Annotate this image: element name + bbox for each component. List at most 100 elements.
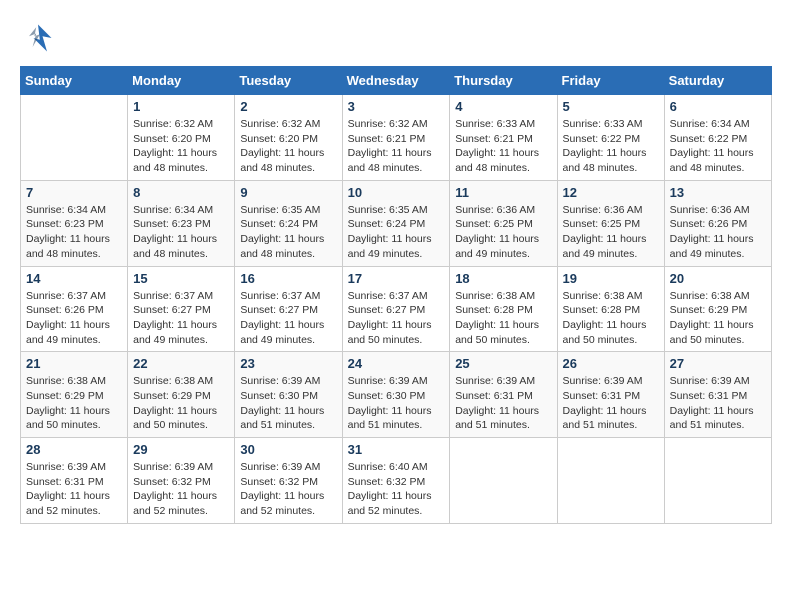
day-info: Sunrise: 6:34 AMSunset: 6:23 PMDaylight:…	[26, 203, 122, 262]
day-number: 8	[133, 185, 229, 200]
day-number: 11	[455, 185, 551, 200]
page-header	[20, 20, 772, 56]
day-number: 5	[563, 99, 659, 114]
day-info: Sunrise: 6:37 AMSunset: 6:27 PMDaylight:…	[240, 289, 336, 348]
calendar-cell: 18 Sunrise: 6:38 AMSunset: 6:28 PMDayligh…	[450, 266, 557, 352]
day-number: 30	[240, 442, 336, 457]
day-number: 26	[563, 356, 659, 371]
day-info: Sunrise: 6:38 AMSunset: 6:29 PMDaylight:…	[133, 374, 229, 433]
day-number: 25	[455, 356, 551, 371]
header-friday: Friday	[557, 67, 664, 95]
day-number: 22	[133, 356, 229, 371]
day-number: 7	[26, 185, 122, 200]
day-info: Sunrise: 6:36 AMSunset: 6:25 PMDaylight:…	[563, 203, 659, 262]
day-info: Sunrise: 6:38 AMSunset: 6:29 PMDaylight:…	[670, 289, 766, 348]
calendar-cell	[557, 438, 664, 524]
calendar-cell: 5 Sunrise: 6:33 AMSunset: 6:22 PMDaylight…	[557, 95, 664, 181]
day-number: 18	[455, 271, 551, 286]
day-info: Sunrise: 6:35 AMSunset: 6:24 PMDaylight:…	[240, 203, 336, 262]
day-number: 1	[133, 99, 229, 114]
day-number: 15	[133, 271, 229, 286]
calendar-week-row: 28 Sunrise: 6:39 AMSunset: 6:31 PMDayligh…	[21, 438, 772, 524]
day-info: Sunrise: 6:33 AMSunset: 6:22 PMDaylight:…	[563, 117, 659, 176]
day-number: 19	[563, 271, 659, 286]
day-number: 10	[348, 185, 445, 200]
calendar-cell: 23 Sunrise: 6:39 AMSunset: 6:30 PMDayligh…	[235, 352, 342, 438]
calendar-cell: 31 Sunrise: 6:40 AMSunset: 6:32 PMDayligh…	[342, 438, 450, 524]
calendar-cell: 11 Sunrise: 6:36 AMSunset: 6:25 PMDayligh…	[450, 180, 557, 266]
calendar-cell: 1Sunrise: 6:32 AMSunset: 6:20 PMDaylight…	[128, 95, 235, 181]
calendar-cell: 3 Sunrise: 6:32 AMSunset: 6:21 PMDaylight…	[342, 95, 450, 181]
calendar-cell: 25 Sunrise: 6:39 AMSunset: 6:31 PMDayligh…	[450, 352, 557, 438]
calendar-week-row: 14 Sunrise: 6:37 AMSunset: 6:26 PMDayligh…	[21, 266, 772, 352]
calendar-cell: 27Sunrise: 6:39 AMSunset: 6:31 PMDayligh…	[664, 352, 771, 438]
day-number: 28	[26, 442, 122, 457]
day-info: Sunrise: 6:39 AMSunset: 6:32 PMDaylight:…	[133, 460, 229, 519]
day-number: 12	[563, 185, 659, 200]
day-number: 3	[348, 99, 445, 114]
logo	[20, 20, 60, 56]
day-info: Sunrise: 6:34 AMSunset: 6:22 PMDaylight:…	[670, 117, 766, 176]
day-info: Sunrise: 6:39 AMSunset: 6:32 PMDaylight:…	[240, 460, 336, 519]
day-number: 16	[240, 271, 336, 286]
day-number: 6	[670, 99, 766, 114]
calendar-cell: 9 Sunrise: 6:35 AMSunset: 6:24 PMDaylight…	[235, 180, 342, 266]
calendar-cell: 16 Sunrise: 6:37 AMSunset: 6:27 PMDayligh…	[235, 266, 342, 352]
header-monday: Monday	[128, 67, 235, 95]
calendar-cell: 21 Sunrise: 6:38 AMSunset: 6:29 PMDayligh…	[21, 352, 128, 438]
calendar-cell: 22 Sunrise: 6:38 AMSunset: 6:29 PMDayligh…	[128, 352, 235, 438]
calendar-cell: 2 Sunrise: 6:32 AMSunset: 6:20 PMDaylight…	[235, 95, 342, 181]
day-info: Sunrise: 6:38 AMSunset: 6:28 PMDaylight:…	[455, 289, 551, 348]
day-number: 14	[26, 271, 122, 286]
day-info: Sunrise: 6:39 AMSunset: 6:31 PMDaylight:…	[670, 374, 766, 433]
calendar-cell: 26 Sunrise: 6:39 AMSunset: 6:31 PMDayligh…	[557, 352, 664, 438]
day-info: Sunrise: 6:36 AMSunset: 6:26 PMDaylight:…	[670, 203, 766, 262]
day-number: 24	[348, 356, 445, 371]
day-info: Sunrise: 6:33 AMSunset: 6:21 PMDaylight:…	[455, 117, 551, 176]
calendar-cell: 19Sunrise: 6:38 AMSunset: 6:28 PMDayligh…	[557, 266, 664, 352]
calendar-cell: 10 Sunrise: 6:35 AMSunset: 6:24 PMDayligh…	[342, 180, 450, 266]
day-info: Sunrise: 6:39 AMSunset: 6:31 PMDaylight:…	[563, 374, 659, 433]
day-number: 23	[240, 356, 336, 371]
calendar-cell	[21, 95, 128, 181]
calendar-cell: 30 Sunrise: 6:39 AMSunset: 6:32 PMDayligh…	[235, 438, 342, 524]
header-wednesday: Wednesday	[342, 67, 450, 95]
logo-icon	[20, 20, 56, 56]
calendar-cell: 24Sunrise: 6:39 AMSunset: 6:30 PMDayligh…	[342, 352, 450, 438]
day-number: 20	[670, 271, 766, 286]
calendar-cell: 8Sunrise: 6:34 AMSunset: 6:23 PMDaylight…	[128, 180, 235, 266]
day-info: Sunrise: 6:32 AMSunset: 6:20 PMDaylight:…	[240, 117, 336, 176]
calendar-cell: 17 Sunrise: 6:37 AMSunset: 6:27 PMDayligh…	[342, 266, 450, 352]
calendar-cell: 4Sunrise: 6:33 AMSunset: 6:21 PMDaylight…	[450, 95, 557, 181]
calendar-cell: 15 Sunrise: 6:37 AMSunset: 6:27 PMDayligh…	[128, 266, 235, 352]
day-number: 13	[670, 185, 766, 200]
day-info: Sunrise: 6:37 AMSunset: 6:26 PMDaylight:…	[26, 289, 122, 348]
calendar-cell: 28 Sunrise: 6:39 AMSunset: 6:31 PMDayligh…	[21, 438, 128, 524]
day-info: Sunrise: 6:35 AMSunset: 6:24 PMDaylight:…	[348, 203, 445, 262]
day-info: Sunrise: 6:32 AMSunset: 6:21 PMDaylight:…	[348, 117, 445, 176]
day-info: Sunrise: 6:39 AMSunset: 6:30 PMDaylight:…	[240, 374, 336, 433]
calendar-cell: 20 Sunrise: 6:38 AMSunset: 6:29 PMDayligh…	[664, 266, 771, 352]
calendar-cell: 14 Sunrise: 6:37 AMSunset: 6:26 PMDayligh…	[21, 266, 128, 352]
day-info: Sunrise: 6:37 AMSunset: 6:27 PMDaylight:…	[133, 289, 229, 348]
day-number: 9	[240, 185, 336, 200]
day-number: 17	[348, 271, 445, 286]
calendar-week-row: 21 Sunrise: 6:38 AMSunset: 6:29 PMDayligh…	[21, 352, 772, 438]
day-number: 21	[26, 356, 122, 371]
day-number: 2	[240, 99, 336, 114]
day-info: Sunrise: 6:37 AMSunset: 6:27 PMDaylight:…	[348, 289, 445, 348]
header-sunday: Sunday	[21, 67, 128, 95]
day-info: Sunrise: 6:39 AMSunset: 6:31 PMDaylight:…	[455, 374, 551, 433]
calendar-cell: 29Sunrise: 6:39 AMSunset: 6:32 PMDayligh…	[128, 438, 235, 524]
calendar-cell: 7 Sunrise: 6:34 AMSunset: 6:23 PMDaylight…	[21, 180, 128, 266]
day-info: Sunrise: 6:39 AMSunset: 6:31 PMDaylight:…	[26, 460, 122, 519]
calendar-header-row: SundayMondayTuesdayWednesdayThursdayFrid…	[21, 67, 772, 95]
calendar-table: SundayMondayTuesdayWednesdayThursdayFrid…	[20, 66, 772, 524]
calendar-week-row: 1 Sunrise: 6:32 AMSunset: 6:20 PMDaylight…	[21, 95, 772, 181]
header-tuesday: Tuesday	[235, 67, 342, 95]
day-info: Sunrise: 6:38 AMSunset: 6:29 PMDaylight:…	[26, 374, 122, 433]
day-info: Sunrise: 6:36 AMSunset: 6:25 PMDaylight:…	[455, 203, 551, 262]
day-number: 31	[348, 442, 445, 457]
day-info: Sunrise: 6:40 AMSunset: 6:32 PMDaylight:…	[348, 460, 445, 519]
header-saturday: Saturday	[664, 67, 771, 95]
